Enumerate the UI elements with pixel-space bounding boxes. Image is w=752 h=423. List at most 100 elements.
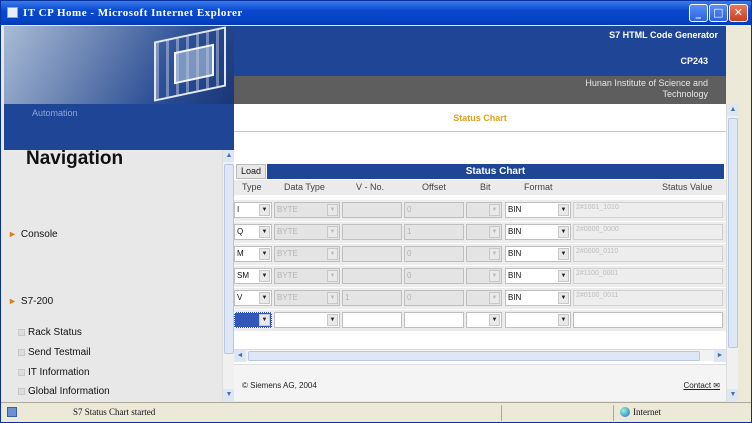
chevron-down-icon[interactable]: ▼ <box>259 204 270 216</box>
format-field[interactable]: BIN ▼ <box>505 224 571 240</box>
chevron-down-icon[interactable]: ▼ <box>327 292 338 304</box>
format-field[interactable]: BIN ▼ <box>505 268 571 284</box>
chevron-down-icon[interactable]: ▼ <box>489 292 500 304</box>
bit-field[interactable]: ▼ <box>466 268 502 284</box>
chevron-down-icon[interactable]: ▼ <box>489 204 500 216</box>
institute-line-1: Hunan Institute of Science and <box>585 78 708 88</box>
chevron-down-icon[interactable]: ▼ <box>327 314 338 326</box>
col-offset: Offset <box>422 182 446 192</box>
subnav-it-information[interactable]: IT Information <box>18 367 90 378</box>
type-field[interactable]: M ▼ <box>234 246 272 262</box>
bit-field[interactable]: ▼ <box>466 202 502 218</box>
chevron-down-icon[interactable]: ▼ <box>259 270 270 282</box>
vno-field[interactable] <box>342 246 402 262</box>
type-field[interactable]: I ▼ <box>234 202 272 218</box>
chevron-down-icon[interactable]: ▼ <box>327 270 338 282</box>
format-field[interactable]: BIN ▼ <box>505 290 571 306</box>
dtype-field[interactable]: BYTE ▼ <box>274 224 340 240</box>
load-button[interactable]: Load <box>236 164 266 179</box>
chevron-down-icon[interactable]: ▼ <box>558 204 569 216</box>
offset-field[interactable]: 0 <box>404 290 464 306</box>
format-field[interactable]: BIN ▼ <box>505 202 571 218</box>
status-value: 2#0000_0110 <box>573 246 723 262</box>
chevron-down-icon[interactable]: ▼ <box>489 248 500 260</box>
cell-value: 2#0100_0011 <box>576 292 619 299</box>
chevron-down-icon[interactable]: ▼ <box>558 248 569 260</box>
type-field[interactable]: SM ▼ <box>234 268 272 284</box>
scroll-thumb[interactable] <box>728 118 738 348</box>
type-field[interactable]: Q ▼ <box>234 224 272 240</box>
chevron-down-icon[interactable]: ▼ <box>558 314 569 326</box>
chevron-down-icon[interactable]: ▼ <box>259 226 270 238</box>
nav-console[interactable]: ► Console <box>8 229 58 240</box>
bit-field[interactable]: ▼ <box>466 224 502 240</box>
scroll-left-icon[interactable]: ◄ <box>234 350 246 362</box>
format-field[interactable]: ▼ <box>505 312 571 328</box>
nav-scrollbar[interactable]: ▲ ▼ <box>222 150 234 401</box>
offset-field[interactable]: 0 <box>404 246 464 262</box>
dtype-field[interactable]: ▼ <box>274 312 340 328</box>
cell-value: BYTE <box>277 249 298 258</box>
chevron-down-icon[interactable]: ▼ <box>558 270 569 282</box>
vno-field[interactable] <box>342 268 402 284</box>
offset-field[interactable]: 1 <box>404 224 464 240</box>
contact-link[interactable]: Contact ✉ <box>683 381 720 390</box>
chevron-down-icon[interactable]: ▼ <box>558 292 569 304</box>
chevron-down-icon[interactable]: ▼ <box>489 226 500 238</box>
bit-field[interactable]: ▼ <box>466 246 502 262</box>
chevron-down-icon[interactable]: ▼ <box>489 270 500 282</box>
chevron-down-icon[interactable]: ▼ <box>327 204 338 216</box>
horizontal-scrollbar[interactable]: ◄ ► <box>234 349 726 362</box>
format-field[interactable]: BIN ▼ <box>505 246 571 262</box>
minimize-button[interactable]: _ <box>689 4 708 22</box>
type-field[interactable]: V ▼ <box>234 290 272 306</box>
window-title: IT CP Home - Microsoft Internet Explorer <box>23 7 243 19</box>
dtype-field[interactable]: BYTE ▼ <box>274 202 340 218</box>
offset-field[interactable]: 0 <box>404 202 464 218</box>
arrow-icon: ► <box>8 229 17 239</box>
content-scrollbar[interactable]: ▲ ▼ <box>726 104 739 401</box>
chevron-down-icon[interactable]: ▼ <box>327 226 338 238</box>
bit-field[interactable]: ▼ <box>466 290 502 306</box>
type-field[interactable]: ▼ <box>234 312 272 328</box>
cell-value: 0 <box>407 293 412 302</box>
chevron-down-icon[interactable]: ▼ <box>259 292 270 304</box>
nav-console-label: Console <box>20 229 58 240</box>
dtype-field[interactable]: BYTE ▼ <box>274 268 340 284</box>
vno-field[interactable]: 1 <box>342 290 402 306</box>
chevron-down-icon[interactable]: ▼ <box>558 226 569 238</box>
status-value: 2#1001_1010 <box>573 202 723 218</box>
dtype-field[interactable]: BYTE ▼ <box>274 290 340 306</box>
scroll-up-icon[interactable]: ▲ <box>223 150 234 162</box>
offset-field[interactable]: 0 <box>404 268 464 284</box>
maximize-button[interactable]: □ <box>709 4 728 22</box>
scroll-down-icon[interactable]: ▼ <box>223 389 234 401</box>
nav-s7-200[interactable]: ► S7-200 <box>8 296 53 307</box>
cell-value: 2#1001_1010 <box>576 204 619 211</box>
cell-value: 2#1100_0001 <box>576 270 619 277</box>
bullet-icon <box>18 368 25 376</box>
vno-field[interactable] <box>342 312 402 328</box>
chevron-down-icon[interactable]: ▼ <box>489 314 500 326</box>
cell-value: BIN <box>508 227 522 236</box>
chevron-down-icon[interactable]: ▼ <box>259 248 270 260</box>
subnav-global-information[interactable]: Global Information <box>18 386 110 397</box>
subnav-send-testmail[interactable]: Send Testmail <box>18 347 91 358</box>
dtype-field[interactable]: BYTE ▼ <box>274 246 340 262</box>
table-row: SM ▼ BYTE ▼ 0 ▼ BIN ▼ 2#1100_0001 <box>234 266 726 287</box>
cell-value: 0 <box>407 205 412 214</box>
cell-value: BYTE <box>277 293 298 302</box>
offset-field[interactable] <box>404 312 464 328</box>
chevron-down-icon[interactable]: ▼ <box>259 314 270 326</box>
scroll-right-icon[interactable]: ► <box>714 350 726 362</box>
col-bit: Bit <box>480 182 491 192</box>
scroll-thumb[interactable] <box>224 164 234 354</box>
bit-field[interactable]: ▼ <box>466 312 502 328</box>
chevron-down-icon[interactable]: ▼ <box>327 248 338 260</box>
vno-field[interactable] <box>342 224 402 240</box>
close-button[interactable]: ✕ <box>729 4 748 22</box>
cell-value: M <box>237 249 244 258</box>
scroll-thumb[interactable] <box>248 351 700 361</box>
subnav-rack-status[interactable]: Rack Status <box>18 327 82 338</box>
vno-field[interactable] <box>342 202 402 218</box>
